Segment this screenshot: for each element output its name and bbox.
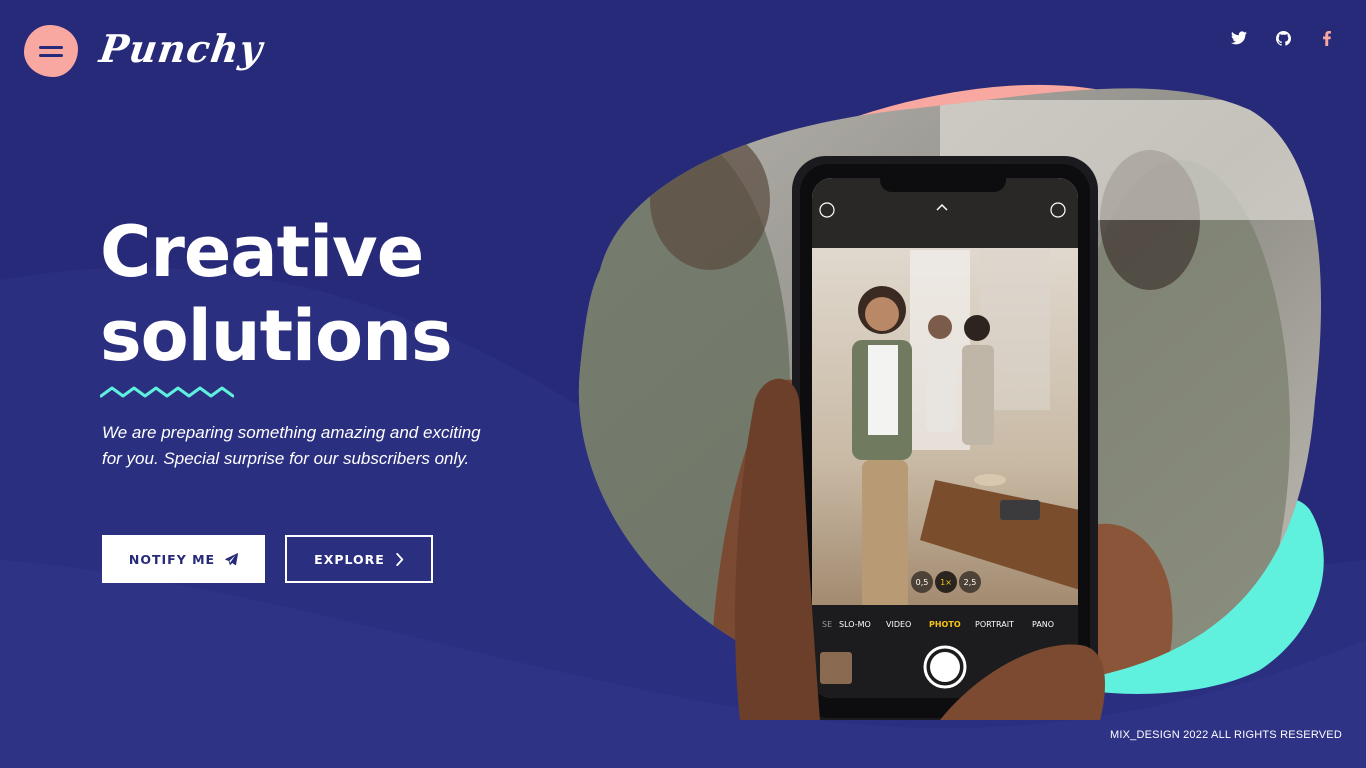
copyright-text: MIX_DESIGN 2022 ALL RIGHTS RESERVED	[1110, 729, 1342, 741]
mode-portrait: PORTRAIT	[975, 620, 1014, 629]
notify-me-button[interactable]: NOTIFY ME	[102, 535, 265, 583]
facebook-icon[interactable]	[1312, 28, 1342, 48]
explore-button[interactable]: EXPLORE	[285, 535, 433, 583]
social-links	[1224, 28, 1342, 48]
hero-title-line1: Creative	[100, 211, 424, 293]
hero-title-line2: solutions	[100, 295, 453, 377]
hero-title: Creative solutions	[100, 210, 453, 378]
zoom-1x: 1×	[940, 578, 952, 587]
github-icon[interactable]	[1268, 28, 1298, 48]
menu-button[interactable]	[24, 25, 78, 77]
chevron-right-icon	[396, 552, 404, 566]
gallery-thumbnail	[820, 652, 852, 684]
mode-slomo: SLO-MO	[839, 620, 871, 629]
hamburger-icon	[39, 46, 63, 49]
phone-notch	[880, 164, 1006, 192]
mode-video: VIDEO	[886, 620, 911, 629]
twitter-icon[interactable]	[1224, 28, 1254, 48]
zoom-2-5: 2,5	[964, 578, 977, 587]
mode-se: SE	[822, 620, 832, 629]
hamburger-icon-bar	[39, 54, 63, 57]
zigzag-divider	[100, 386, 234, 398]
zoom-0-5: 0,5	[916, 578, 929, 587]
paper-plane-icon	[225, 552, 239, 565]
hero-image: 0,5 1× 2,5 SE SLO-MO VIDEO PHOTO PORTRAI…	[578, 84, 1324, 720]
notify-me-label: NOTIFY ME	[128, 551, 216, 567]
hero-subtitle: We are preparing something amazing and e…	[102, 423, 481, 468]
mode-pano: PANO	[1032, 620, 1054, 629]
explore-label: EXPLORE	[314, 551, 385, 567]
brand-logo[interactable]: Punchy	[97, 26, 266, 71]
mode-photo: PHOTO	[929, 620, 961, 629]
